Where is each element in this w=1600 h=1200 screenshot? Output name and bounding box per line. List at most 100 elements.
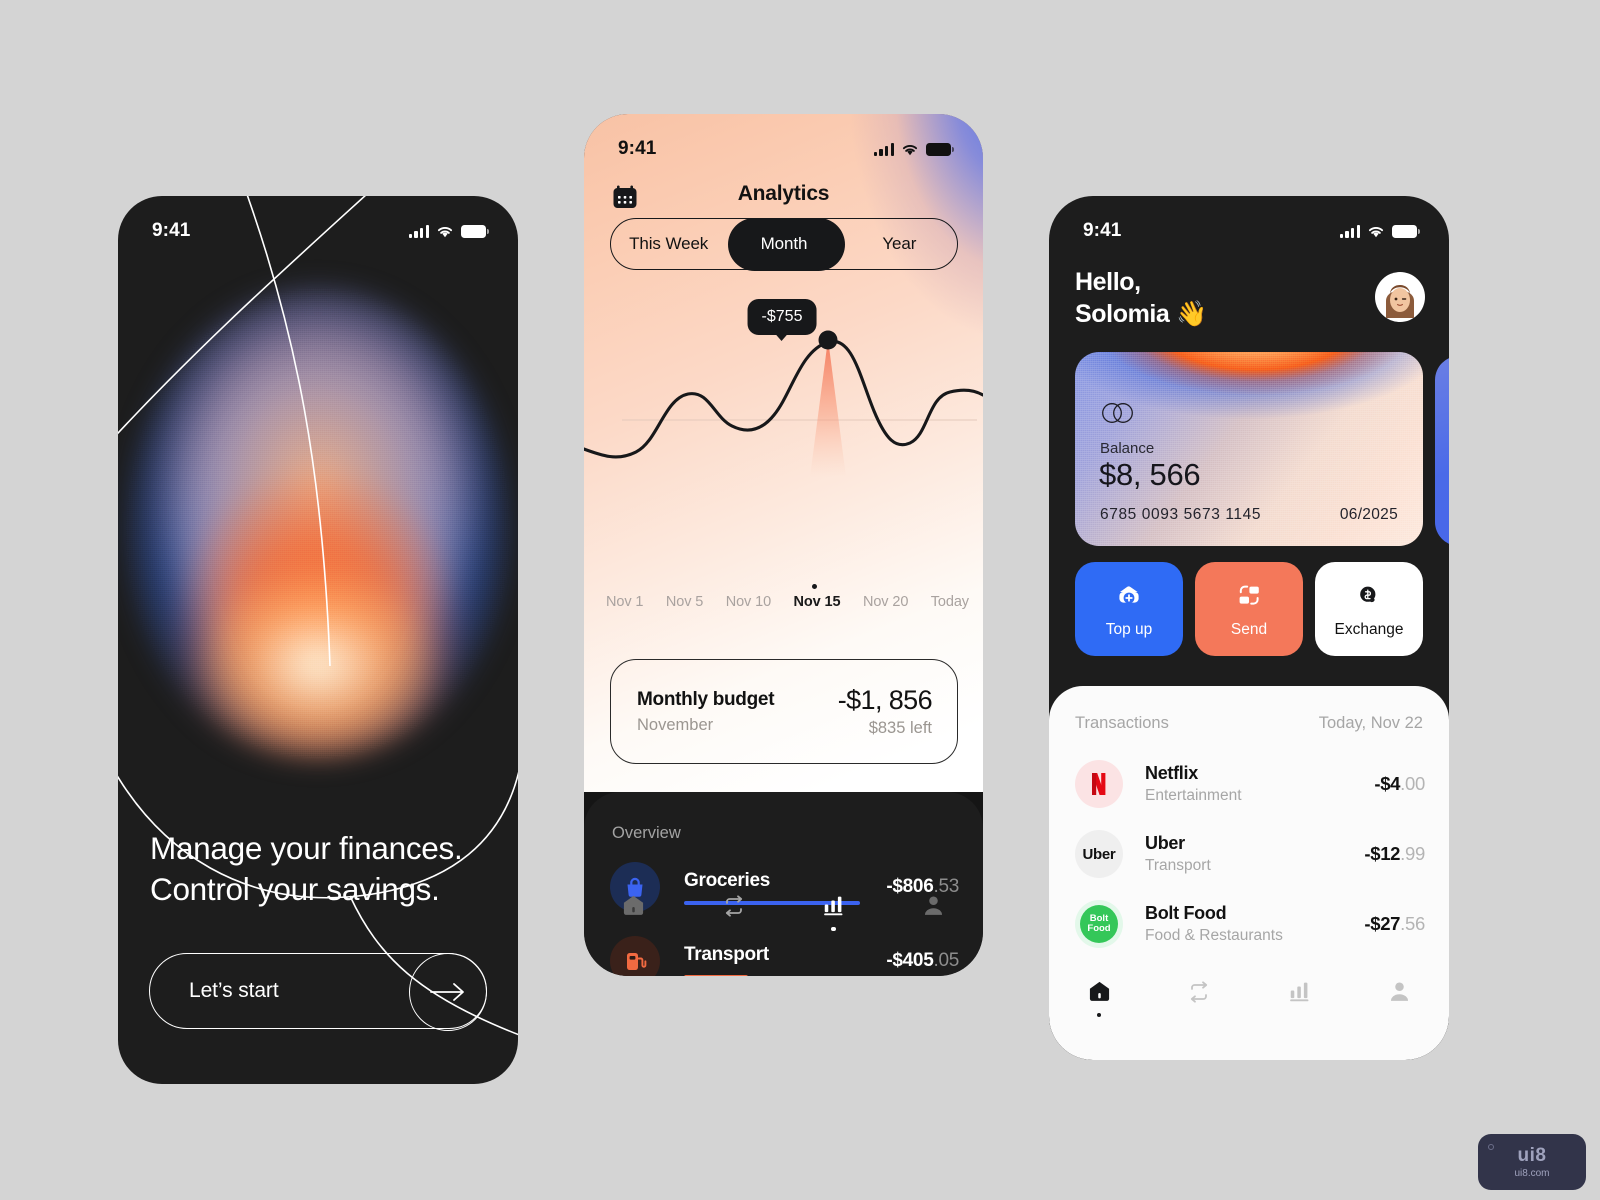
arrow-right-icon[interactable]	[409, 953, 487, 1031]
tab-transfers[interactable]	[684, 893, 784, 933]
transaction-row-bolt-food[interactable]: Bolt Food Bolt Food Food & Restaurants -$…	[1075, 900, 1425, 948]
tab-analytics[interactable]	[784, 893, 884, 933]
overview-transport-name: Transport	[684, 943, 769, 965]
amount-cents: .99	[1400, 843, 1425, 864]
onboarding-copy: Manage your finances. Control your savin…	[150, 828, 488, 909]
tab-indicator	[1297, 1013, 1302, 1018]
axis-tick-4: Nov 20	[862, 594, 909, 610]
budget-left: Monthly budget November	[637, 689, 775, 735]
amount-main: -$405	[886, 950, 934, 971]
next-card-peek[interactable]	[1435, 356, 1449, 546]
transfer-icon	[725, 894, 742, 917]
netflix-logo	[1075, 760, 1123, 808]
transaction-row-uber[interactable]: Uber Uber Transport -$12.99	[1075, 830, 1425, 878]
status-bar: 9:41	[584, 114, 983, 170]
tab-this-week[interactable]: This Week	[611, 218, 726, 270]
transaction-row-netflix[interactable]: Netflix Entertainment -$4.00	[1075, 760, 1425, 808]
amount-main: -$4	[1374, 773, 1401, 794]
uber-logo: Uber	[1075, 830, 1123, 878]
headline-line-2: Control your savings.	[150, 870, 440, 907]
tab-home[interactable]	[1049, 979, 1149, 1019]
phone-onboarding: 9:41 Manage your finances. Control your …	[118, 196, 518, 1084]
overview-title: Overview	[612, 824, 681, 842]
bottom-tab-bar[interactable]	[1049, 979, 1449, 1019]
exchange-button[interactable]: Exchange	[1315, 562, 1423, 656]
headline-line-1: Manage your finances.	[150, 830, 463, 866]
uber-amount: -$12.99	[1364, 843, 1425, 865]
amount-cents: .56	[1400, 913, 1425, 934]
netflix-name: Netflix	[1145, 763, 1198, 783]
netflix-meta: Netflix Entertainment	[1145, 763, 1374, 805]
send-label: Send	[1230, 620, 1268, 638]
budget-remaining: $835 left	[868, 719, 932, 737]
chart-line	[584, 339, 983, 459]
card-expiry: 06/2025	[1339, 506, 1398, 523]
period-segmented-control[interactable]: This Week Month Year	[610, 217, 958, 271]
watermark-badge: ui8 ui8.com	[1478, 1134, 1586, 1190]
lets-start-button[interactable]: Let’s start	[149, 953, 487, 1031]
tab-transfers[interactable]	[1149, 979, 1249, 1019]
avatar[interactable]	[1375, 272, 1425, 322]
tab-profile[interactable]	[883, 893, 983, 933]
netflix-category: Entertainment	[1145, 787, 1242, 804]
axis-tick-5: Today	[930, 594, 969, 610]
budget-amount: -$1, 856	[837, 685, 933, 715]
greeting-line-2: Solomia	[1075, 300, 1170, 328]
overview-transport-meta: Transport	[684, 943, 886, 976]
home-icon	[624, 895, 644, 915]
transfer-icon	[1190, 980, 1208, 1003]
send-button[interactable]: Send	[1195, 562, 1303, 656]
transactions-header: Transactions Today, Nov 22	[1075, 714, 1423, 733]
signal-icon	[1339, 224, 1360, 238]
monthly-budget-card[interactable]: Monthly budget November -$1, 856 $835 le…	[610, 659, 958, 764]
chart-active-dot	[812, 584, 817, 589]
top-up-label: Top up	[1105, 620, 1153, 638]
top-up-button[interactable]: Top up	[1075, 562, 1183, 656]
axis-tick-1: Nov 5	[665, 594, 704, 610]
status-time: 9:41	[1083, 220, 1122, 241]
status-indicators	[1339, 224, 1420, 238]
battery-icon	[1392, 224, 1420, 238]
wifi-icon	[1368, 226, 1384, 237]
quick-actions: Top up Send Exchange	[1075, 562, 1423, 656]
axis-tick-3: Nov 15	[793, 594, 841, 610]
transactions-panel: Transactions Today, Nov 22 Netflix Enter…	[1049, 686, 1449, 1060]
tab-year[interactable]: Year	[842, 218, 957, 270]
status-indicators	[408, 224, 489, 238]
uber-name: Uber	[1145, 833, 1185, 853]
netflix-amount: -$4.00	[1374, 773, 1425, 795]
amount-main: -$12	[1364, 843, 1401, 864]
tab-indicator	[1397, 1013, 1402, 1018]
phone-analytics: 9:41 Analytics This Week Month Year -$75…	[584, 114, 983, 976]
bolt-food-meta: Bolt Food Food & Restaurants	[1145, 903, 1364, 945]
amount-cents: .00	[1400, 773, 1425, 794]
overview-panel: Overview Groceries -$806.53 Transport -$…	[584, 792, 983, 976]
battery-icon	[461, 224, 489, 238]
watermark-dot	[1488, 1144, 1494, 1150]
status-time: 9:41	[152, 220, 191, 241]
fuel-pump-icon	[610, 936, 660, 976]
stats-icon	[824, 896, 843, 915]
tab-analytics[interactable]	[1249, 979, 1349, 1019]
spending-line-chart[interactable]	[584, 289, 983, 529]
waving-hand-icon: 👋	[1176, 300, 1207, 328]
overview-row-transport[interactable]: Transport -$405.05	[610, 936, 959, 976]
tab-home[interactable]	[584, 893, 684, 933]
signal-icon	[408, 224, 429, 238]
tab-month[interactable]: Month	[726, 218, 841, 270]
signal-icon	[873, 142, 894, 156]
bottom-tab-bar[interactable]	[584, 893, 983, 933]
card-number: 6785 0093 5673 1145	[1100, 506, 1262, 523]
balance-card[interactable]: Balance $8, 566 6785 0093 5673 1145 06/2…	[1075, 352, 1423, 546]
watermark-domain: ui8.com	[1514, 1168, 1550, 1179]
coin-dollar-icon	[1360, 586, 1376, 602]
home-icon	[1089, 981, 1109, 1001]
profile-icon	[1390, 981, 1408, 1001]
overview-transport-bar	[684, 974, 748, 976]
greeting: Hello, Solomia 👋	[1075, 266, 1207, 330]
phone-wallet: 9:41 Hello, Solomia 👋 Balance $8, 566 67…	[1049, 196, 1449, 1060]
tab-indicator	[1197, 1014, 1202, 1019]
tab-profile[interactable]	[1349, 979, 1449, 1019]
tab-indicator-active	[831, 926, 836, 931]
balance-label: Balance	[1100, 440, 1155, 457]
